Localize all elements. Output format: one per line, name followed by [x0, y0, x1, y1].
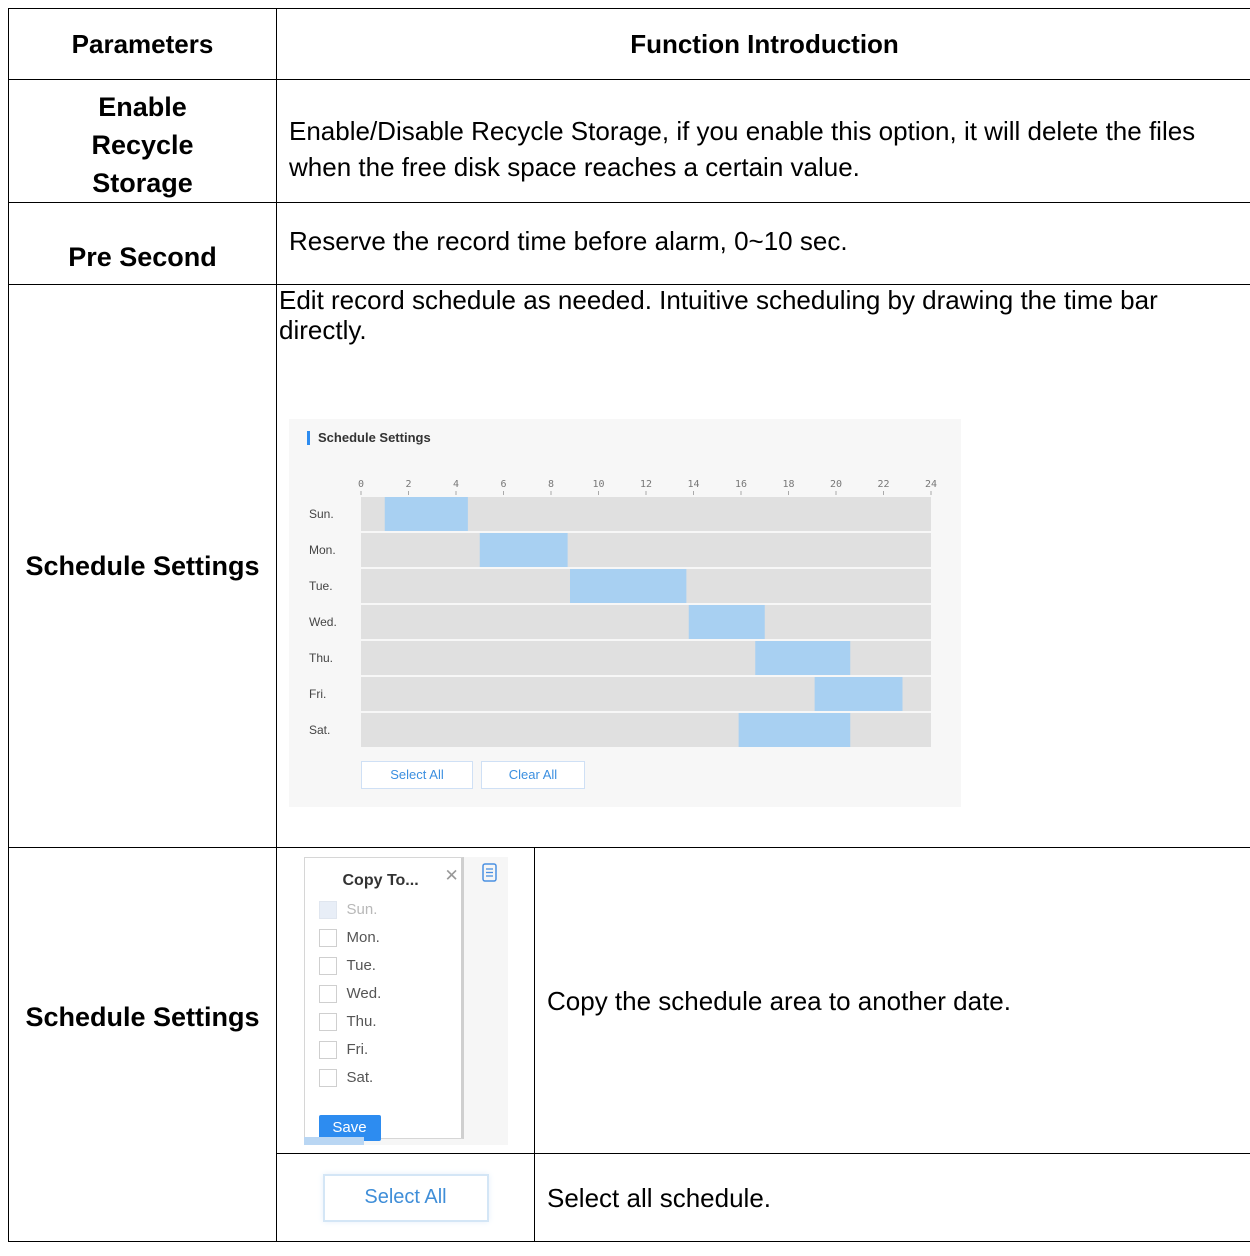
param-schedule-settings: Schedule Settings: [8, 284, 277, 848]
table-row: Schedule Settings Copy To... ✕ Sun. Mon. T…: [8, 847, 1250, 1242]
schedule-block[interactable]: [570, 569, 687, 603]
copy-day-label: Fri.: [346, 1041, 369, 1058]
hour-label: 4: [453, 479, 459, 490]
hour-label: 6: [500, 479, 506, 490]
schedule-block-fragment: [303, 1136, 364, 1145]
select-all-button[interactable]: Select All: [361, 761, 473, 789]
copy-day-option[interactable]: Tue.: [318, 956, 376, 975]
checkbox: [318, 900, 337, 919]
copy-day-option[interactable]: Thu.: [318, 1012, 377, 1031]
checkbox[interactable]: [318, 1012, 337, 1031]
checkbox[interactable]: [318, 1040, 337, 1059]
schedule-block[interactable]: [738, 713, 851, 747]
copy-day-label: Tue.: [346, 957, 376, 974]
desc-select-all: Select all schedule.: [533, 1153, 1250, 1242]
checkbox[interactable]: [318, 984, 337, 1003]
param-text: Schedule Settings: [25, 1002, 260, 1032]
desc-text: Reserve the record time before alarm, 0~…: [289, 226, 848, 256]
checkbox[interactable]: [318, 928, 337, 947]
header-row: Parameters Function Introduction: [8, 8, 1250, 80]
schedule-row: [361, 605, 931, 639]
day-label: Sun.: [309, 507, 334, 521]
desc-text: Select all schedule.: [547, 1182, 772, 1213]
param-text: Schedule Settings: [25, 551, 260, 581]
hour-label: 24: [925, 479, 937, 490]
hour-label: 10: [592, 479, 604, 490]
copy-to-title: Copy To...: [342, 871, 419, 889]
param-line: Recycle: [91, 130, 194, 160]
table-row: Pre Second Reserve the record time befor…: [8, 202, 1250, 285]
param-text: Pre Second: [68, 242, 217, 272]
copy-to-dialog: Copy To... ✕ Sun. Mon. Tue. Wed. Thu. Fri. Sat…: [303, 856, 464, 1141]
copy-day-label: Mon.: [346, 929, 380, 946]
schedule-block[interactable]: [755, 641, 851, 675]
hour-label: 8: [548, 479, 554, 490]
desc-text: Copy the schedule area to another date.: [547, 985, 1011, 1016]
copy-day-label: Sat.: [346, 1069, 374, 1086]
schedule-block[interactable]: [384, 497, 468, 531]
day-label: Thu.: [309, 651, 333, 665]
hour-label: 0: [358, 479, 364, 490]
desc-enable-recycle-storage: Enable/Disable Recycle Storage, if you e…: [275, 79, 1250, 203]
day-label: Mon.: [309, 543, 336, 557]
copy-day-label: Sun.: [346, 901, 378, 918]
header-function-introduction: Function Introduction: [275, 8, 1250, 80]
schedule-block[interactable]: [688, 605, 765, 639]
copy-to-popup: Copy To... ✕ Sun. Mon. Tue. Wed. Thu. Fri. Sat…: [303, 856, 508, 1145]
schedule-grid[interactable]: 0 2 4 6 8 10 12 14 16 18 20 22 24Sun.Mon.Tue.Wed.Thu…: [289, 419, 961, 807]
copy-day-option: Sun.: [318, 900, 378, 919]
day-label: Wed.: [309, 615, 337, 629]
select-all-cell: Select All: [276, 1153, 535, 1242]
day-label: Fri.: [309, 687, 326, 701]
param-line: Enable: [98, 92, 187, 122]
schedule-row: [361, 533, 931, 567]
checkbox[interactable]: [318, 956, 337, 975]
parameters-table: Parameters Function Introduction Enable …: [8, 8, 1250, 1242]
hour-label: 20: [830, 479, 842, 490]
copy-day-label: Thu.: [346, 1013, 377, 1030]
schedule-block[interactable]: [479, 533, 568, 567]
close-icon[interactable]: ✕: [445, 866, 459, 886]
hour-label: 22: [877, 479, 889, 490]
copy-day-label: Wed.: [346, 985, 382, 1002]
schedule-settings-panel: Schedule Settings 0 2 4 6 8 10 12 14 16 18 20 22 24 S…: [289, 419, 961, 807]
select-all-button-large[interactable]: Select All: [322, 1173, 489, 1222]
copy-icon[interactable]: [481, 862, 498, 883]
hour-label: 12: [640, 479, 652, 490]
hour-label: 2: [405, 479, 411, 490]
copy-day-option[interactable]: Sat.: [318, 1068, 374, 1087]
desc-pre-second: Reserve the record time before alarm, 0~…: [275, 202, 1250, 285]
hour-label: 14: [687, 479, 699, 490]
copy-day-option[interactable]: Mon.: [318, 928, 380, 947]
desc-schedule-settings: Edit record schedule as needed. Intuitiv…: [275, 284, 1250, 848]
copy-day-option[interactable]: Wed.: [318, 984, 382, 1003]
copy-popup-cell: Copy To... ✕ Sun. Mon. Tue. Wed. Thu. Fri. Sat…: [276, 847, 535, 1154]
hour-label: 18: [782, 479, 794, 490]
desc-text: Enable/Disable Recycle Storage, if you e…: [289, 116, 1196, 182]
copy-day-option[interactable]: Fri.: [318, 1040, 369, 1059]
param-line: Storage: [92, 168, 193, 198]
clear-all-button[interactable]: Clear All: [481, 761, 585, 789]
hour-label: 16: [735, 479, 747, 490]
table-row: Schedule Settings Edit record schedule a…: [8, 284, 1250, 848]
param-enable-recycle-storage: Enable Recycle Storage: [8, 79, 277, 203]
day-label: Sat.: [309, 723, 330, 737]
param-schedule-settings-2: Schedule Settings: [8, 847, 277, 1242]
table-row: Enable Recycle Storage Enable/Disable Re…: [8, 79, 1250, 203]
param-pre-second: Pre Second: [8, 202, 277, 285]
schedule-block[interactable]: [814, 677, 903, 711]
checkbox[interactable]: [318, 1068, 337, 1087]
desc-copy-schedule: Copy the schedule area to another date.: [533, 847, 1250, 1154]
desc-text: Edit record schedule as needed. Intuitiv…: [279, 285, 1158, 345]
header-parameters: Parameters: [8, 8, 277, 80]
day-label: Tue.: [309, 579, 333, 593]
